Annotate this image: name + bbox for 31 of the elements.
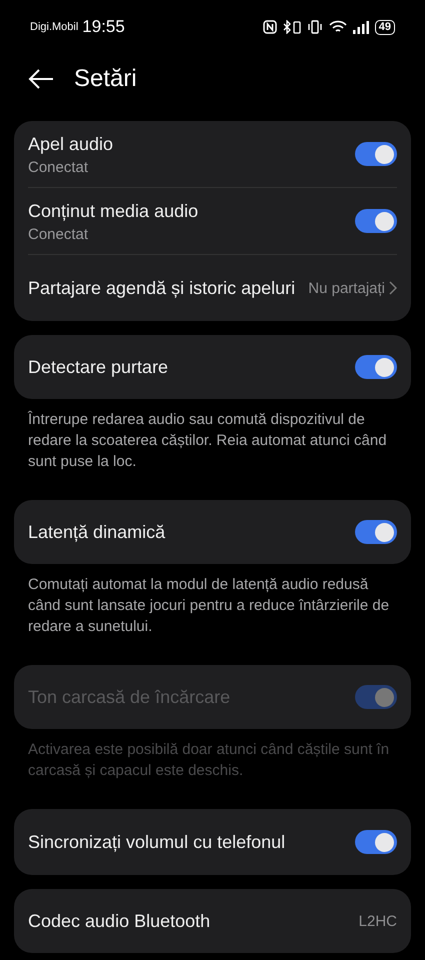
page-title: Setări [74,65,137,93]
toggle-switch[interactable] [355,520,397,544]
setting-title: Apel audio [28,132,114,154]
setting-title: Ton carcasă de încărcare [28,686,232,708]
toggle-switch[interactable] [355,142,397,166]
description-text: Activarea este posibilă doar atunci când căștile sunt în carcasă și capacul este deschis. [27,740,390,781]
signal-icon [352,20,369,34]
setting-title: Detectare purtare [28,356,170,378]
nfc-icon [262,20,277,34]
toggle-switch[interactable] [355,830,397,854]
setting-title: Latență dinamică [28,521,166,543]
value-text: L2HC [358,912,397,930]
description-text: Întrerupe redarea audio sau comută dispozitivul de redare la scoaterea căștilor. Reia automat atunci când sunt puse la loc. [26,410,388,472]
setting-title: Codec audio Bluetooth [28,910,212,932]
toggle-switch[interactable] [355,355,397,379]
battery-level: 49 [374,20,395,34]
wifi-icon [328,20,347,34]
toggle-switch[interactable] [355,209,397,233]
clock: 19:55 [82,17,125,37]
bluetooth-battery-icon [282,20,301,34]
setting-status: Conectat [28,226,90,242]
carrier-name: Digi.Mobil [30,21,78,33]
setting-status: Conectat [28,158,90,176]
setting-title: Conținut media audio [28,200,200,222]
setting-title: Partajare agendă și istoric apeluri [28,277,296,299]
chevron-right-icon [389,281,397,295]
description-text: Comutați automat la modul de latență audio redusă când sunt lansate jocuri pentru a reduce întârzierile de redare a sunetului. [27,575,390,637]
value-text: Nu partajați [308,280,385,296]
back-arrow-icon[interactable] [28,69,54,89]
vibrate-icon [306,20,323,34]
setting-title: Sincronizați volumul cu telefonul [28,831,286,853]
